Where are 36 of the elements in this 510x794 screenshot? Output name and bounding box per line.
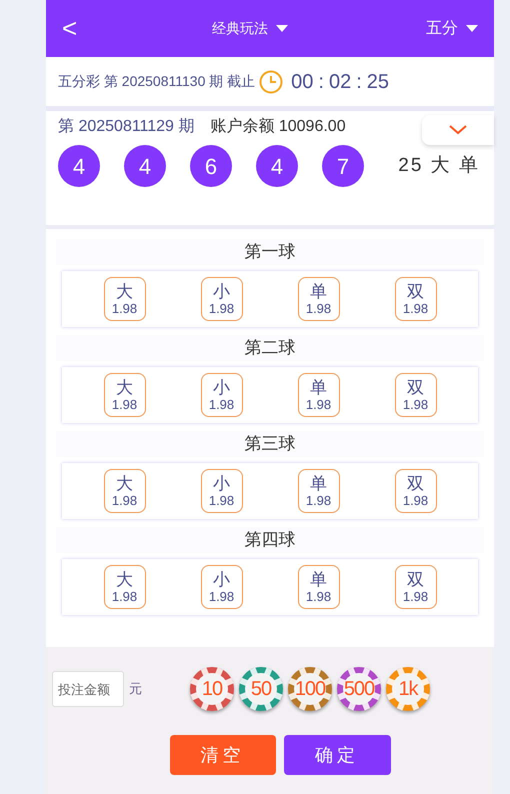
bet-option-button[interactable]: 大 1.98	[104, 373, 146, 417]
bet-option-button[interactable]: 小 1.98	[200, 565, 242, 609]
result-summary: 25 大 单	[398, 154, 480, 178]
bet-option-button[interactable]: 双 1.98	[394, 565, 436, 609]
countdown-timer: 00 : 02 : 25	[291, 70, 390, 94]
expand-button[interactable]	[422, 115, 494, 145]
bet-option-button[interactable]: 小 1.98	[200, 373, 242, 417]
balance-label: 账户余额 10096.00	[210, 116, 346, 137]
bet-option-button[interactable]: 单 1.98	[298, 277, 340, 321]
caret-icon	[276, 24, 288, 32]
bet-amount-field[interactable]: 投注金额	[52, 671, 124, 707]
confirm-button[interactable]: 确定	[284, 735, 390, 775]
bet-option-button[interactable]: 单 1.98	[298, 469, 340, 513]
chevron-down-icon	[449, 125, 467, 135]
section-title: 第三球	[56, 431, 484, 457]
bet-option-button[interactable]: 大 1.98	[104, 277, 146, 321]
section-title: 第二球	[56, 335, 484, 361]
bet-option-button[interactable]: 大 1.98	[104, 469, 146, 513]
bet-option-button[interactable]: 单 1.98	[298, 565, 340, 609]
bet-option-button[interactable]: 双 1.98	[394, 373, 436, 417]
caret-icon	[466, 24, 478, 32]
last-issue-label: 第 20250811129 期	[58, 117, 194, 137]
section-title: 第一球	[56, 239, 484, 265]
section-title: 第四球	[56, 527, 484, 553]
clock-icon	[259, 70, 284, 94]
bet-option-button[interactable]: 大 1.98	[104, 565, 146, 609]
back-button[interactable]: <	[62, 9, 92, 48]
bet-option-button[interactable]: 单 1.98	[298, 373, 340, 417]
period-dropdown[interactable]: 五分	[426, 16, 478, 40]
play-mode-dropdown[interactable]: 经典玩法	[212, 18, 288, 39]
issue-deadline-label: 五分彩 第 20250811130 期 截止	[58, 72, 256, 91]
unit-label: 元	[129, 680, 142, 698]
bet-option-button[interactable]: 双 1.98	[394, 277, 436, 321]
bet-option-button[interactable]: 小 1.98	[200, 469, 242, 513]
bet-option-button[interactable]: 双 1.98	[394, 469, 436, 513]
bet-option-button[interactable]: 小 1.98	[200, 277, 242, 321]
